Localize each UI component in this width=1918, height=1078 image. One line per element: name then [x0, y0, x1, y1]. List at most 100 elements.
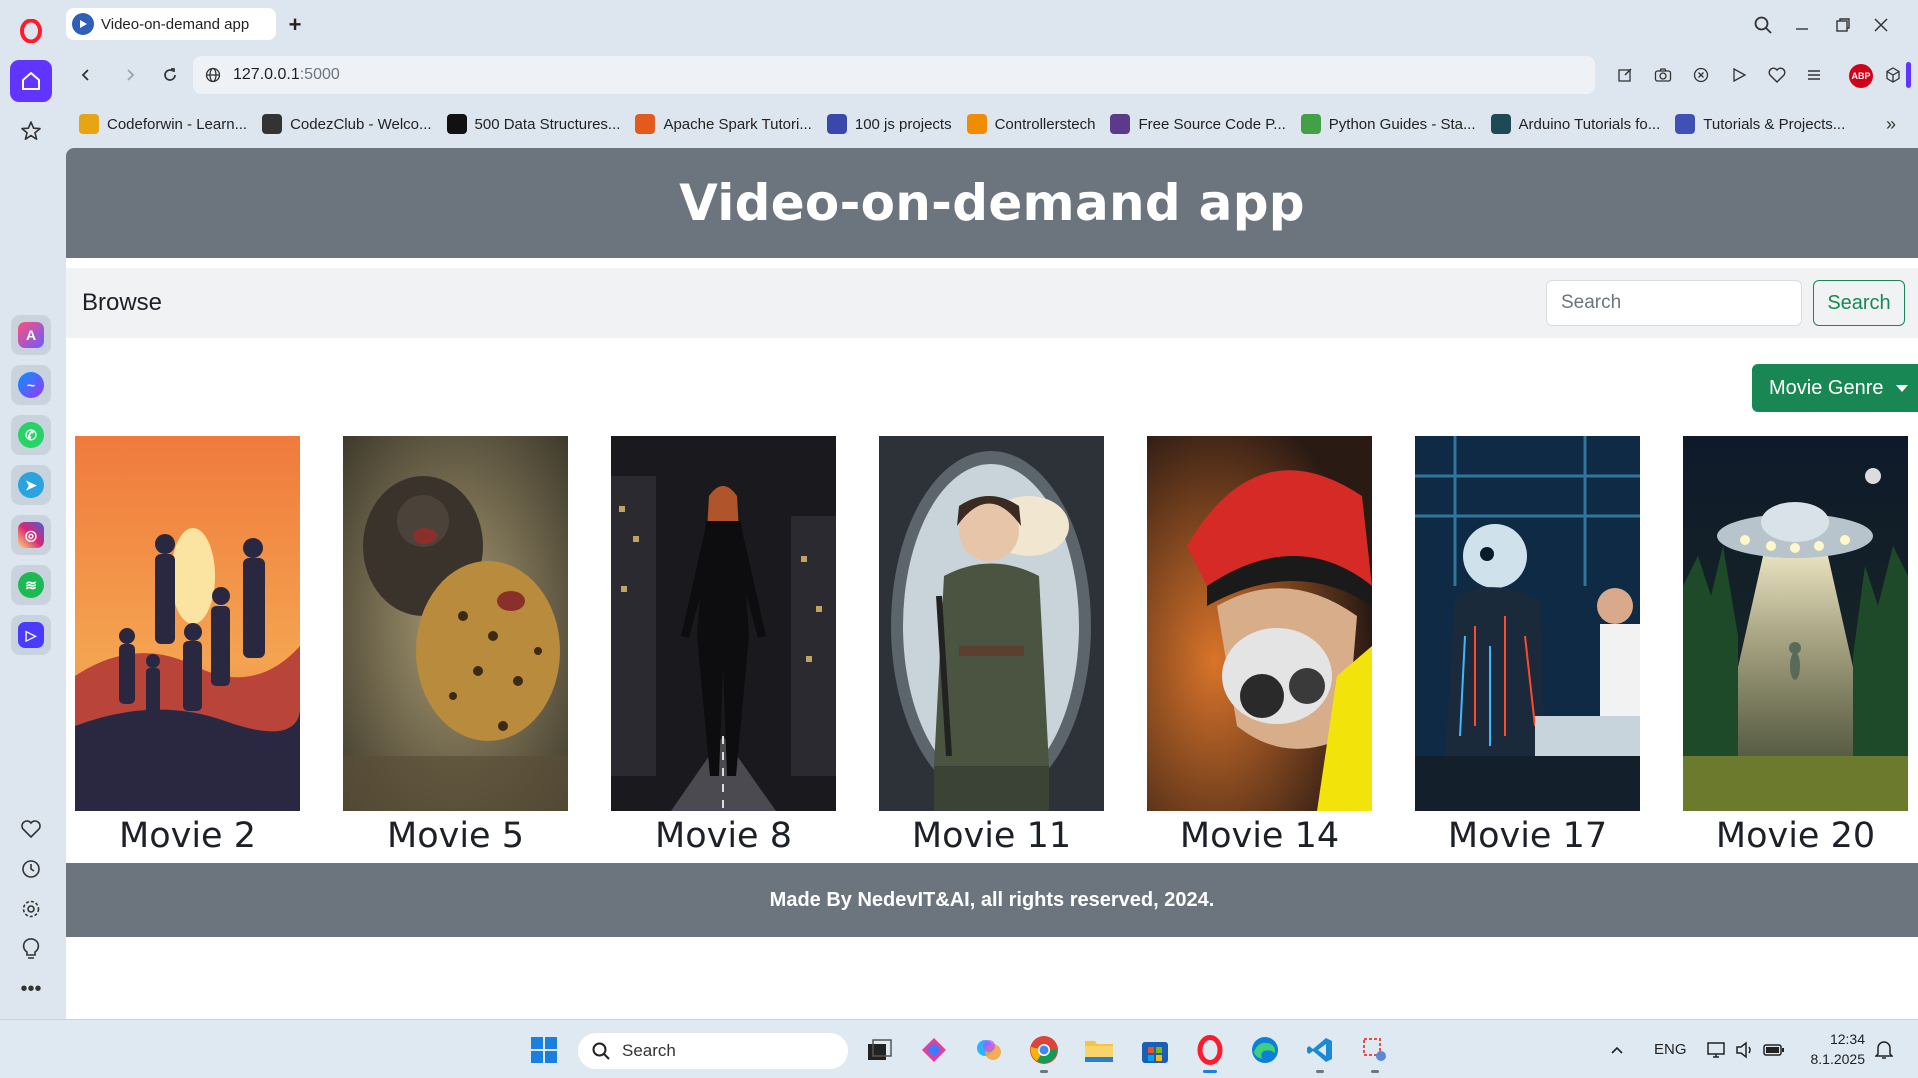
my-flow-heart-icon[interactable]	[1763, 61, 1791, 89]
url-port: :5000	[299, 66, 340, 83]
gemini-app-icon[interactable]	[918, 1034, 950, 1066]
windows-start-icon[interactable]	[528, 1034, 560, 1066]
opera-sidebar: A ~ ✆ ➤ ◎ ≋ ▷ •••	[0, 0, 64, 1019]
bookmark-item[interactable]: Free Source Code P...	[1110, 114, 1286, 134]
easy-setup-icon[interactable]	[1800, 61, 1828, 89]
camera-icon[interactable]	[1649, 61, 1677, 89]
bookmark-item[interactable]: CodezClub - Welco...	[262, 114, 432, 134]
opera-taskbar-icon[interactable]	[1194, 1034, 1226, 1066]
bookmark-label: Controllerstech	[994, 115, 1096, 133]
sidebar-toggle-indicator[interactable]	[1906, 62, 1911, 88]
new-tab-icon[interactable]: +	[282, 12, 308, 38]
bookmark-favicon-icon	[1490, 114, 1511, 134]
lightbulb-icon[interactable]	[10, 928, 52, 970]
edit-icon[interactable]	[1611, 61, 1639, 89]
aria-icon[interactable]: A	[11, 315, 51, 355]
star-icon[interactable]	[10, 110, 52, 152]
movie-title[interactable]: Movie 17	[1415, 816, 1640, 856]
heart-icon[interactable]	[10, 808, 52, 850]
messenger-icon[interactable]: ~	[11, 365, 51, 405]
movie-card[interactable]: Movie 8	[611, 436, 836, 856]
snipping-tool-icon[interactable]	[1359, 1034, 1391, 1066]
history-icon[interactable]	[10, 848, 52, 890]
movie-title[interactable]: Movie 5	[343, 816, 568, 856]
movie-title[interactable]: Movie 20	[1683, 816, 1908, 856]
movie-card[interactable]: Movie 14	[1147, 436, 1372, 856]
bookmark-item[interactable]: Controllerstech	[966, 114, 1096, 134]
movie-poster-family-sunset[interactable]	[75, 436, 300, 811]
url-field[interactable]: 127.0.0.1:5000	[193, 56, 1595, 94]
search-tabs-icon[interactable]	[1750, 12, 1776, 38]
edge-icon[interactable]	[1249, 1034, 1281, 1066]
more-icon[interactable]: •••	[10, 968, 52, 1010]
browse-brand-link[interactable]: Browse	[82, 289, 162, 317]
movie-genre-dropdown[interactable]: Movie Genre	[1752, 364, 1918, 412]
vscode-icon[interactable]	[1304, 1034, 1336, 1066]
spotify-icon[interactable]: ≋	[11, 565, 51, 605]
back-icon[interactable]	[72, 61, 100, 89]
settings-icon[interactable]	[10, 888, 52, 930]
movie-poster-gorilla-leopard[interactable]	[343, 436, 568, 811]
movie-title[interactable]: Movie 2	[75, 816, 300, 856]
movie-poster-robot-computer[interactable]	[1415, 436, 1640, 811]
adblock-plus-icon[interactable]: ABP	[1849, 64, 1873, 88]
bookmark-item[interactable]: 100 js projects	[826, 114, 952, 134]
movie-poster-soldier-porthole[interactable]	[879, 436, 1104, 811]
bookmark-label: Apache Spark Tutori...	[663, 115, 812, 133]
language-indicator[interactable]: ENG	[1654, 1041, 1687, 1058]
movie-title[interactable]: Movie 14	[1147, 816, 1372, 856]
tab-active[interactable]: Video-on-demand app	[66, 8, 276, 40]
movie-poster-ufo-forest[interactable]	[1683, 436, 1908, 811]
bookmarks-overflow-chevron-icon[interactable]: »	[1886, 114, 1896, 135]
telegram-icon[interactable]: ➤	[11, 465, 51, 505]
notifications-bell-icon[interactable]	[1875, 1040, 1893, 1060]
bookmark-item[interactable]: Codeforwin - Learn...	[79, 114, 247, 134]
bookmark-item[interactable]: Arduino Tutorials fo...	[1490, 114, 1660, 134]
bookmark-item[interactable]: 500 Data Structures...	[446, 114, 620, 134]
instagram-icon[interactable]: ◎	[11, 515, 51, 555]
search-button[interactable]: Search	[1813, 280, 1905, 326]
movie-title[interactable]: Movie 11	[879, 816, 1104, 856]
tracker-blocker-icon[interactable]	[1687, 61, 1715, 89]
snipping-running-indicator	[1371, 1070, 1379, 1073]
opera-logo-icon[interactable]	[10, 10, 52, 52]
chrome-icon[interactable]	[1028, 1034, 1060, 1066]
movie-card[interactable]: Movie 17	[1415, 436, 1640, 856]
file-explorer-icon[interactable]	[1083, 1034, 1115, 1066]
extensions-cube-icon[interactable]	[1879, 61, 1907, 89]
bookmark-item[interactable]: Tutorials & Projects...	[1675, 114, 1845, 134]
minimize-icon[interactable]	[1789, 12, 1815, 38]
bookmark-item[interactable]: Apache Spark Tutori...	[635, 114, 812, 134]
movie-card[interactable]: Movie 11	[879, 436, 1104, 856]
copilot-icon[interactable]	[973, 1034, 1005, 1066]
battery-icon[interactable]	[1762, 1043, 1785, 1057]
player-toolbar-icon[interactable]	[1725, 61, 1753, 89]
close-window-icon[interactable]	[1868, 12, 1894, 38]
taskbar-clock[interactable]: 12:34 8.1.2025	[1805, 1029, 1866, 1069]
volume-icon[interactable]	[1735, 1040, 1755, 1059]
movie-card[interactable]: Movie 5	[343, 436, 568, 856]
reload-icon[interactable]	[156, 61, 184, 89]
movie-poster-firefighter[interactable]	[1147, 436, 1372, 811]
search-input[interactable]	[1546, 280, 1802, 326]
movie-title[interactable]: Movie 8	[611, 816, 836, 856]
bookmark-label: CodezClub - Welco...	[290, 115, 432, 133]
movie-card[interactable]: Movie 2	[75, 436, 300, 856]
player-icon[interactable]: ▷	[11, 615, 51, 655]
site-header: Video-on-demand app	[66, 148, 1918, 258]
whatsapp-icon[interactable]: ✆	[11, 415, 51, 455]
home-icon[interactable]	[10, 60, 52, 102]
microsoft-store-icon[interactable]	[1139, 1034, 1171, 1066]
forward-icon[interactable]	[116, 61, 144, 89]
taskbar-search-box[interactable]: Search	[577, 1032, 849, 1070]
network-icon[interactable]	[1706, 1041, 1727, 1059]
bookmark-item[interactable]: Python Guides - Sta...	[1300, 114, 1476, 134]
bookmark-favicon-icon	[1675, 114, 1696, 134]
task-view-icon[interactable]	[864, 1034, 896, 1066]
page-viewport: Video-on-demand app Browse Search Movie …	[66, 148, 1918, 1019]
movie-poster-city-night-heroine[interactable]	[611, 436, 836, 811]
show-hidden-icons-chevron-icon[interactable]	[1610, 1045, 1624, 1055]
movie-card[interactable]: Movie 20	[1683, 436, 1908, 856]
restore-icon[interactable]	[1830, 12, 1856, 38]
vscode-running-indicator	[1316, 1070, 1324, 1073]
